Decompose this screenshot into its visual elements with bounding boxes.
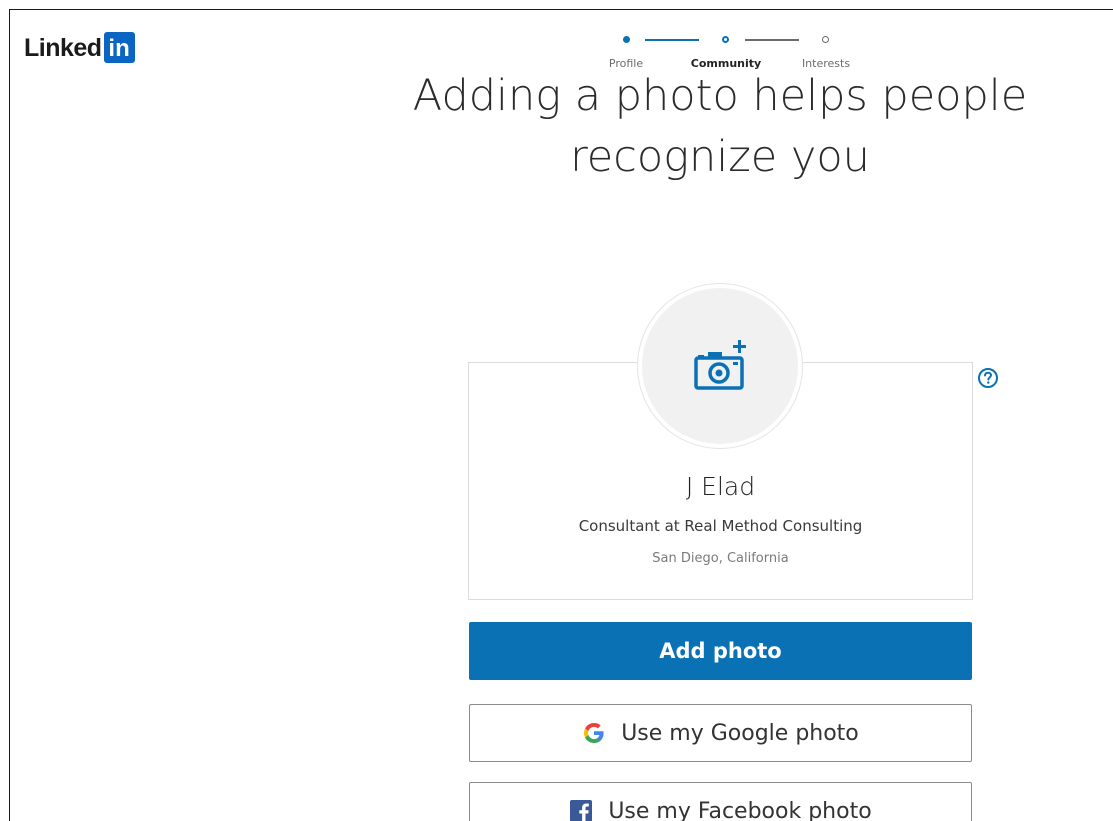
logo-wordmark: Linked — [24, 33, 102, 63]
step-connector-2 — [745, 39, 799, 41]
step-dot-interests — [822, 36, 829, 43]
camera-add-icon — [688, 338, 752, 394]
page-title-line-1: Adding a photo helps people — [320, 66, 1113, 127]
profile-photo-placeholder[interactable] — [638, 284, 802, 448]
use-google-photo-button[interactable]: Use my Google photo — [469, 704, 972, 762]
page-title: Adding a photo helps people recognize yo… — [320, 66, 1113, 188]
facebook-icon — [569, 799, 593, 821]
linkedin-logo[interactable]: Linked in — [24, 32, 135, 63]
step-dot-profile — [623, 36, 630, 43]
page-frame: Linked in Profile Community Interests Ad… — [9, 9, 1113, 821]
profile-name: J Elad — [468, 472, 973, 501]
step-dot-community — [722, 36, 729, 43]
add-photo-button[interactable]: Add photo — [469, 622, 972, 680]
step-connector-1 — [645, 39, 699, 41]
use-facebook-photo-button[interactable]: Use my Facebook photo — [469, 782, 972, 821]
add-photo-label: Add photo — [659, 639, 782, 663]
google-icon — [582, 721, 606, 745]
use-google-photo-label: Use my Google photo — [621, 721, 859, 746]
logo-in-box: in — [104, 32, 135, 63]
use-facebook-photo-label: Use my Facebook photo — [608, 799, 871, 821]
question-circle-icon[interactable] — [977, 367, 999, 389]
profile-location: San Diego, California — [468, 551, 973, 566]
profile-headline: Consultant at Real Method Consulting — [468, 517, 973, 535]
page-title-line-2: recognize you — [320, 127, 1113, 188]
